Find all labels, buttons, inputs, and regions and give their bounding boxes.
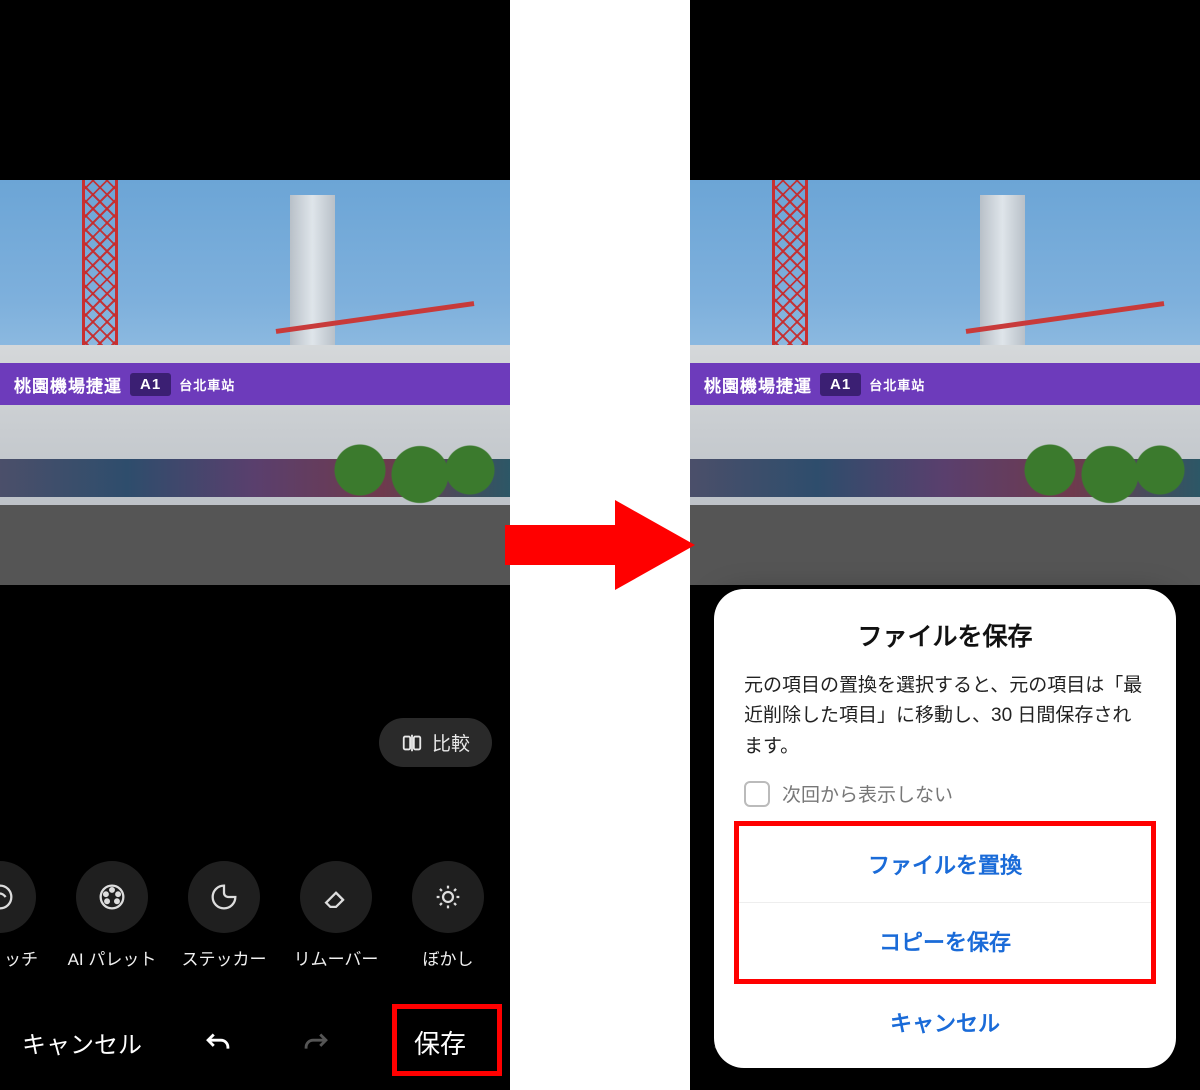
taxi-shape	[1070, 534, 1140, 580]
dialog-cancel-button[interactable]: キャンセル	[714, 984, 1176, 1046]
tool-remover[interactable]: リムーバー	[280, 861, 392, 970]
tool-label: AI パレット	[68, 945, 157, 970]
compare-label: 比較	[432, 729, 470, 756]
cancel-button[interactable]: キャンセル	[22, 1025, 142, 1060]
tower-shape	[980, 195, 1025, 345]
crane-shape	[760, 180, 850, 355]
banner-text: 桃園機場捷運	[704, 372, 812, 397]
save-dialog: ファイルを保存 元の項目の置換を選択すると、元の項目は「最近削除した項目」に移動…	[714, 589, 1176, 1068]
car-shape	[200, 525, 290, 580]
photo-canvas[interactable]: 桃園機場捷運 A1 台北車站	[0, 180, 510, 585]
tool-sticker[interactable]: ステッカー	[168, 861, 280, 970]
car-shape	[990, 532, 1060, 580]
crane-shape	[70, 180, 160, 355]
taxi-shape	[380, 534, 450, 580]
tool-label: ッチ	[4, 945, 38, 970]
trees-shape	[300, 425, 500, 515]
car-shape	[890, 525, 980, 580]
dont-show-again-checkbox[interactable]: 次回から表示しない	[714, 780, 1176, 821]
tool-retouch[interactable]: ッチ	[0, 861, 56, 970]
undo-icon[interactable]	[201, 1026, 235, 1060]
dont-show-label: 次回から表示しない	[782, 780, 953, 807]
car-shape	[455, 536, 510, 580]
arrow-icon	[505, 495, 695, 595]
highlight-actions: ファイルを置換 コピーを保存	[734, 821, 1156, 984]
station-banner: 桃園機場捷運 A1 台北車站	[0, 363, 510, 405]
checkbox-icon	[744, 781, 770, 807]
phone-editor-screen: 桃園機場捷運 A1 台北車站 比較 ッチ	[0, 0, 510, 1090]
compare-button[interactable]: 比較	[379, 718, 492, 767]
blur-icon	[431, 880, 465, 914]
dialog-description: 元の項目の置換を選択すると、元の項目は「最近削除した項目」に移動し、30 日間保…	[714, 671, 1176, 762]
banner-station: 台北車站	[179, 375, 235, 394]
photo-canvas: 桃園機場捷運 A1 台北車站	[690, 180, 1200, 585]
tool-label: リムーバー	[294, 945, 379, 970]
phone-save-dialog-screen: 桃園機場捷運 A1 台北車站 キャンセル 保存 ファイルを保存 元の項目の置換を…	[690, 0, 1200, 1090]
banner-badge: A1	[820, 373, 861, 396]
station-banner: 桃園機場捷運 A1 台北車站	[690, 363, 1200, 405]
palette-icon	[95, 880, 129, 914]
van-shape	[708, 505, 858, 583]
eraser-icon	[319, 880, 353, 914]
tool-label: ステッカー	[182, 945, 267, 970]
banner-badge: A1	[130, 373, 171, 396]
tool-strip: ッチ AI パレット ステッカー	[0, 845, 510, 985]
bottom-bar: キャンセル 保存	[0, 995, 510, 1090]
tower-shape	[290, 195, 335, 345]
trees-shape	[990, 425, 1190, 515]
sticker-icon	[207, 880, 241, 914]
van-shape	[18, 505, 168, 583]
banner-station: 台北車站	[869, 375, 925, 394]
banner-text: 桃園機場捷運	[14, 372, 122, 397]
tool-label: ぼかし	[423, 945, 474, 970]
tool-blur[interactable]: ぼかし	[392, 861, 504, 970]
car-shape	[1145, 536, 1200, 580]
compare-icon	[401, 732, 423, 754]
dialog-title: ファイルを保存	[714, 617, 1176, 653]
save-copy-button[interactable]: コピーを保存	[739, 902, 1151, 979]
retouch-icon	[0, 880, 17, 914]
save-button[interactable]: 保存	[392, 1014, 488, 1071]
tool-ai-palette[interactable]: AI パレット	[56, 861, 168, 970]
replace-file-button[interactable]: ファイルを置換	[739, 826, 1151, 902]
redo-icon[interactable]	[299, 1026, 333, 1060]
car-shape	[300, 532, 370, 580]
